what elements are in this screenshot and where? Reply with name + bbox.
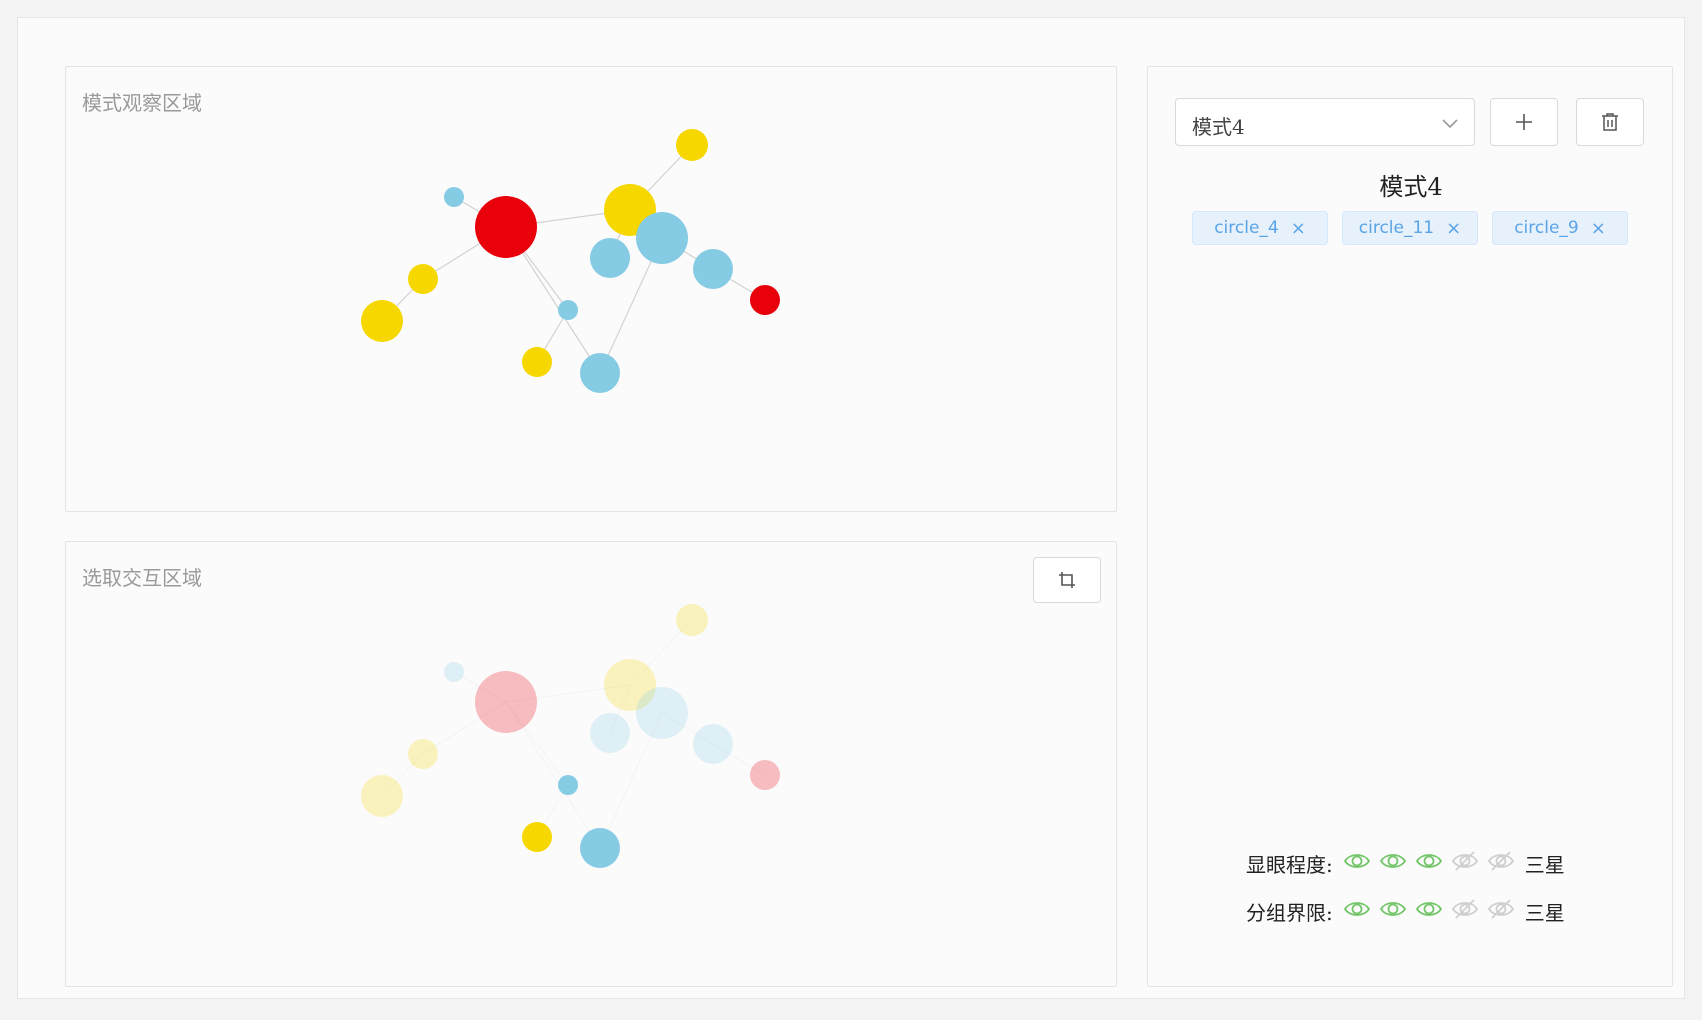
node-tag: circle_4 × [1192,211,1328,245]
salience-eyes [1343,847,1523,880]
selection-interaction-panel: 选取交互区域 [65,541,1117,987]
graph-node[interactable] [558,300,578,320]
selection-graph[interactable] [66,542,1116,986]
trash-icon [1602,113,1618,131]
node-tag-label: circle_4 [1214,218,1279,238]
group-boundary-label: 分组界限: [1246,900,1333,925]
graph-node[interactable] [522,347,552,377]
graph-node[interactable] [522,822,552,852]
group-boundary-rating: 分组界限: 三星 [1246,897,1565,925]
graph-node[interactable] [693,724,733,764]
delete-mode-button[interactable] [1576,98,1644,146]
eye-icon[interactable] [1379,847,1407,875]
graph-node[interactable] [590,713,630,753]
add-mode-button[interactable] [1490,98,1558,146]
graph-node[interactable] [558,775,578,795]
node-tag-label: circle_9 [1514,218,1579,238]
eye-off-icon[interactable] [1451,847,1479,875]
eye-off-icon[interactable] [1451,895,1479,923]
graph-node[interactable] [676,129,708,161]
graph-node[interactable] [408,739,438,769]
mode-title: 模式4 [1379,173,1443,201]
close-icon[interactable]: × [1446,218,1461,239]
graph-node[interactable] [475,671,537,733]
mode-select[interactable]: 模式4 [1175,98,1475,146]
graph-node[interactable] [361,775,403,817]
pattern-editor-panel: 模式4 模式4 circle_4 × circle_11 × circle_9 … [1147,66,1673,987]
app-container: 模式观察区域 选取交互区域 模式4 模式4 circle_4 × circle_… [17,17,1685,999]
eye-off-icon[interactable] [1487,895,1515,923]
graph-node[interactable] [475,196,537,258]
graph-node[interactable] [408,264,438,294]
crop-select-button[interactable] [1033,557,1101,603]
graph-node[interactable] [750,760,780,790]
node-tag: circle_11 × [1342,211,1478,245]
graph-node[interactable] [444,187,464,207]
close-icon[interactable]: × [1591,218,1606,239]
eye-icon[interactable] [1343,895,1371,923]
graph-node[interactable] [361,300,403,342]
graph-node[interactable] [444,662,464,682]
group-boundary-eyes [1343,895,1523,928]
node-tag: circle_9 × [1492,211,1628,245]
graph-node[interactable] [580,353,620,393]
plus-icon [1516,114,1532,130]
graph-node[interactable] [580,828,620,868]
eye-icon[interactable] [1379,895,1407,923]
crop-icon [1059,572,1075,588]
node-tag-label: circle_11 [1358,218,1435,238]
eye-icon[interactable] [1415,847,1443,875]
graph-node[interactable] [636,212,688,264]
eye-icon[interactable] [1415,895,1443,923]
graph-node[interactable] [750,285,780,315]
salience-value-text: 三星 [1524,852,1565,877]
graph-node[interactable] [590,238,630,278]
eye-off-icon[interactable] [1487,847,1515,875]
eye-icon[interactable] [1343,847,1371,875]
close-icon[interactable]: × [1291,218,1306,239]
salience-rating: 显眼程度: 三星 [1246,849,1565,877]
graph-node[interactable] [676,604,708,636]
observe-graph [361,129,780,393]
group-boundary-value-text: 三星 [1524,900,1565,925]
chevron-down-icon [1442,119,1458,129]
mode-select-value: 模式4 [1192,115,1245,139]
salience-label: 显眼程度: [1246,852,1333,877]
graph-node[interactable] [636,687,688,739]
graph-node[interactable] [693,249,733,289]
pattern-observe-panel: 模式观察区域 [65,66,1117,512]
